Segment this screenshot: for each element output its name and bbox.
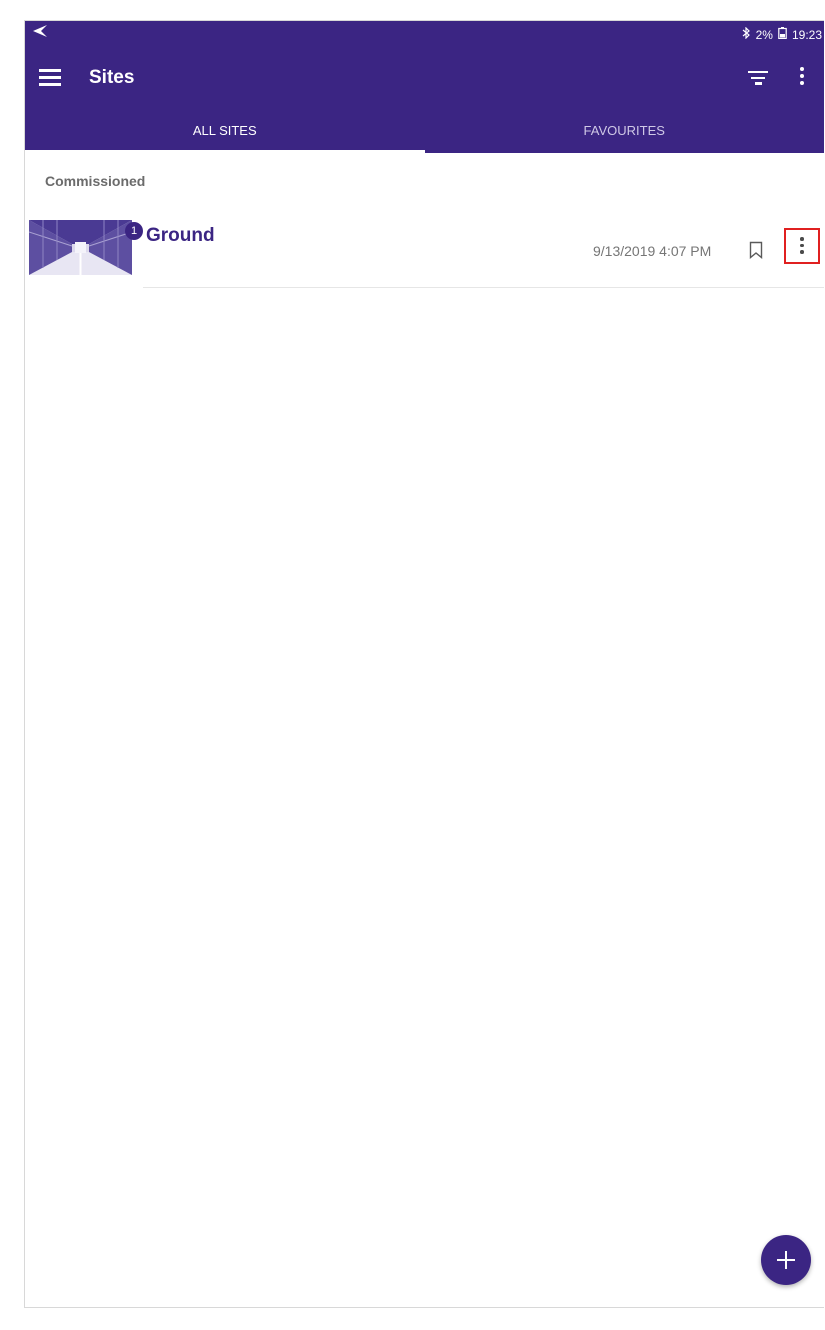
filter-icon[interactable] — [748, 71, 768, 87]
site-name: Ground — [146, 225, 215, 246]
site-badge: 1 — [125, 222, 143, 240]
site-thumbnail: 1 — [28, 220, 143, 275]
app-bar: 2% 19:23 Sites ALL SITES FAVOURITES — [25, 21, 824, 153]
app-window: 2% 19:23 Sites ALL SITES FAVOURITES Comm… — [24, 20, 824, 1308]
status-indicators: 2% 19:23 — [742, 26, 822, 42]
tab-favourites[interactable]: FAVOURITES — [425, 111, 825, 153]
battery-percentage: 2% — [755, 27, 773, 42]
site-date: 9/13/2019 4:07 PM — [593, 243, 712, 259]
status-bar: 2% 19:23 — [25, 21, 824, 49]
menu-icon[interactable] — [39, 69, 61, 87]
section-header: Commissioned — [45, 173, 146, 189]
navigation-icon — [33, 25, 47, 40]
row-divider — [143, 287, 824, 288]
tab-bar: ALL SITES FAVOURITES — [25, 111, 824, 153]
bookmark-icon[interactable] — [749, 241, 763, 259]
page-title: Sites — [89, 67, 135, 88]
more-vert-icon[interactable] — [784, 228, 820, 264]
tab-all-sites[interactable]: ALL SITES — [25, 111, 425, 153]
toolbar: Sites — [25, 61, 824, 97]
site-list-item[interactable]: 1 Ground 9/13/2019 4:07 PM — [25, 215, 824, 288]
overflow-icon[interactable] — [792, 67, 812, 91]
add-icon[interactable] — [761, 1235, 811, 1285]
clock: 19:23 — [791, 27, 822, 42]
bluetooth-icon — [742, 26, 751, 42]
battery-icon — [778, 27, 787, 42]
